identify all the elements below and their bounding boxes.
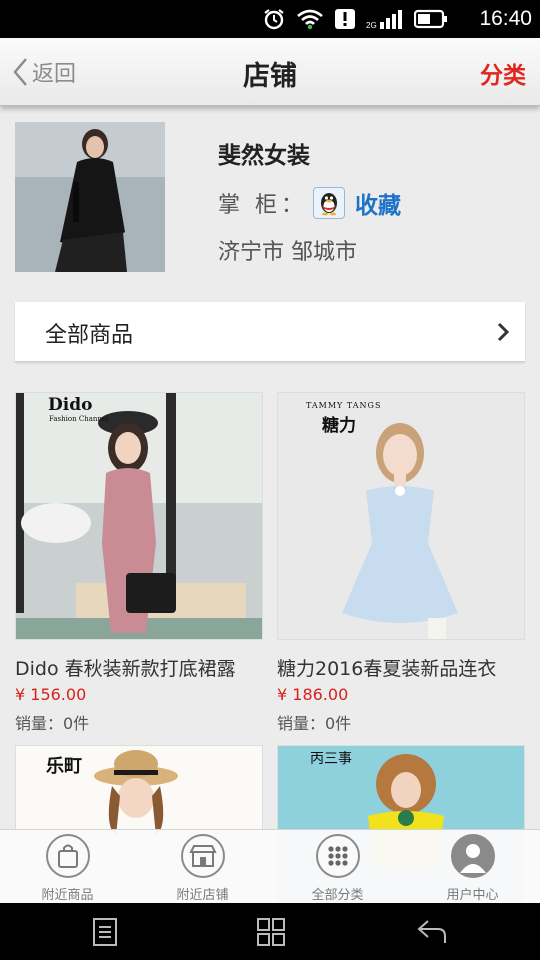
grid-dots-icon bbox=[315, 834, 360, 878]
alarm-icon bbox=[262, 8, 286, 34]
brand-logo: 丙三事 bbox=[310, 751, 352, 767]
user-icon bbox=[450, 834, 495, 878]
bottom-nav: 附近商品 附近店铺 全部分类 用户中心 bbox=[0, 829, 540, 903]
product-sales: 销量：0件 bbox=[15, 714, 90, 733]
brand-logo: Dido bbox=[48, 395, 93, 415]
chevron-right-icon bbox=[497, 322, 510, 346]
status-bar: 2G 16:40 bbox=[0, 0, 540, 38]
product-title[interactable]: 糖力2016春夏装新品连衣 bbox=[277, 654, 525, 681]
shop-avatar-image bbox=[15, 122, 165, 272]
brand-tagline: Fashion Channel bbox=[49, 415, 109, 423]
nav-label: 全部分类 bbox=[311, 888, 364, 903]
system-nav-bar bbox=[0, 903, 540, 960]
recent-apps-icon[interactable] bbox=[256, 917, 286, 951]
shop-name: 斐然女装 bbox=[218, 143, 310, 169]
product-card[interactable]: TAMMY TANGS 糖力 糖力2016春夏装新品连衣 ¥ 186.00 销量… bbox=[277, 392, 525, 734]
store-icon bbox=[180, 834, 225, 878]
shopping-bag-icon bbox=[45, 834, 90, 878]
alert-icon bbox=[334, 8, 356, 34]
status-icons: 2G bbox=[262, 8, 448, 34]
product-price: ¥ 186.00 bbox=[277, 685, 349, 704]
product-image[interactable]: Dido Fashion Channel bbox=[15, 392, 263, 640]
menu-icon[interactable] bbox=[92, 917, 118, 951]
signal-icon: 2G bbox=[366, 8, 404, 34]
shop-info: 斐然女装 掌 柜： 收藏 济宁市 邹城市 bbox=[0, 106, 540, 286]
all-goods-label: 全部商品 bbox=[45, 323, 134, 348]
nav-all-categories[interactable]: 全部分类 bbox=[270, 830, 405, 903]
qq-penguin-icon[interactable] bbox=[313, 187, 345, 219]
top-header: 返回 店铺 分类 bbox=[0, 38, 540, 106]
nav-label: 用户中心 bbox=[446, 888, 499, 903]
all-goods-row[interactable]: 全部商品 bbox=[15, 302, 525, 362]
clock: 16:40 bbox=[479, 7, 532, 30]
product-image[interactable]: TAMMY TANGS 糖力 bbox=[277, 392, 525, 640]
nav-nearby-goods[interactable]: 附近商品 bbox=[0, 830, 135, 903]
nav-user-center[interactable]: 用户中心 bbox=[405, 830, 540, 903]
category-button[interactable]: 分类 bbox=[480, 56, 526, 90]
nav-label: 附近商品 bbox=[41, 888, 94, 903]
battery-icon bbox=[413, 9, 448, 33]
svg-text:2G: 2G bbox=[366, 21, 377, 30]
nav-nearby-stores[interactable]: 附近店铺 bbox=[135, 830, 270, 903]
shop-location: 济宁市 邹城市 bbox=[218, 240, 357, 265]
back-arrow-icon[interactable] bbox=[416, 917, 448, 951]
brand-name-cn: 糖力 bbox=[322, 416, 356, 436]
product-card[interactable]: Dido Fashion Channel Dido 春秋装新款打底裙露 ¥ 15… bbox=[15, 392, 263, 734]
product-sales: 销量：0件 bbox=[277, 714, 352, 733]
product-title[interactable]: Dido 春秋装新款打底裙露 bbox=[15, 654, 263, 681]
brand-logo: TAMMY TANGS bbox=[306, 401, 382, 410]
keeper-label: 掌 柜： bbox=[218, 193, 307, 218]
page-title: 店铺 bbox=[243, 61, 297, 92]
favorite-button[interactable]: 收藏 bbox=[355, 186, 401, 220]
keeper-row: 掌 柜： 收藏 bbox=[218, 186, 401, 220]
product-price: ¥ 156.00 bbox=[15, 685, 87, 704]
nav-label: 附近店铺 bbox=[176, 888, 229, 903]
brand-logo: 乐町 bbox=[46, 756, 82, 777]
wifi-icon bbox=[296, 8, 324, 34]
